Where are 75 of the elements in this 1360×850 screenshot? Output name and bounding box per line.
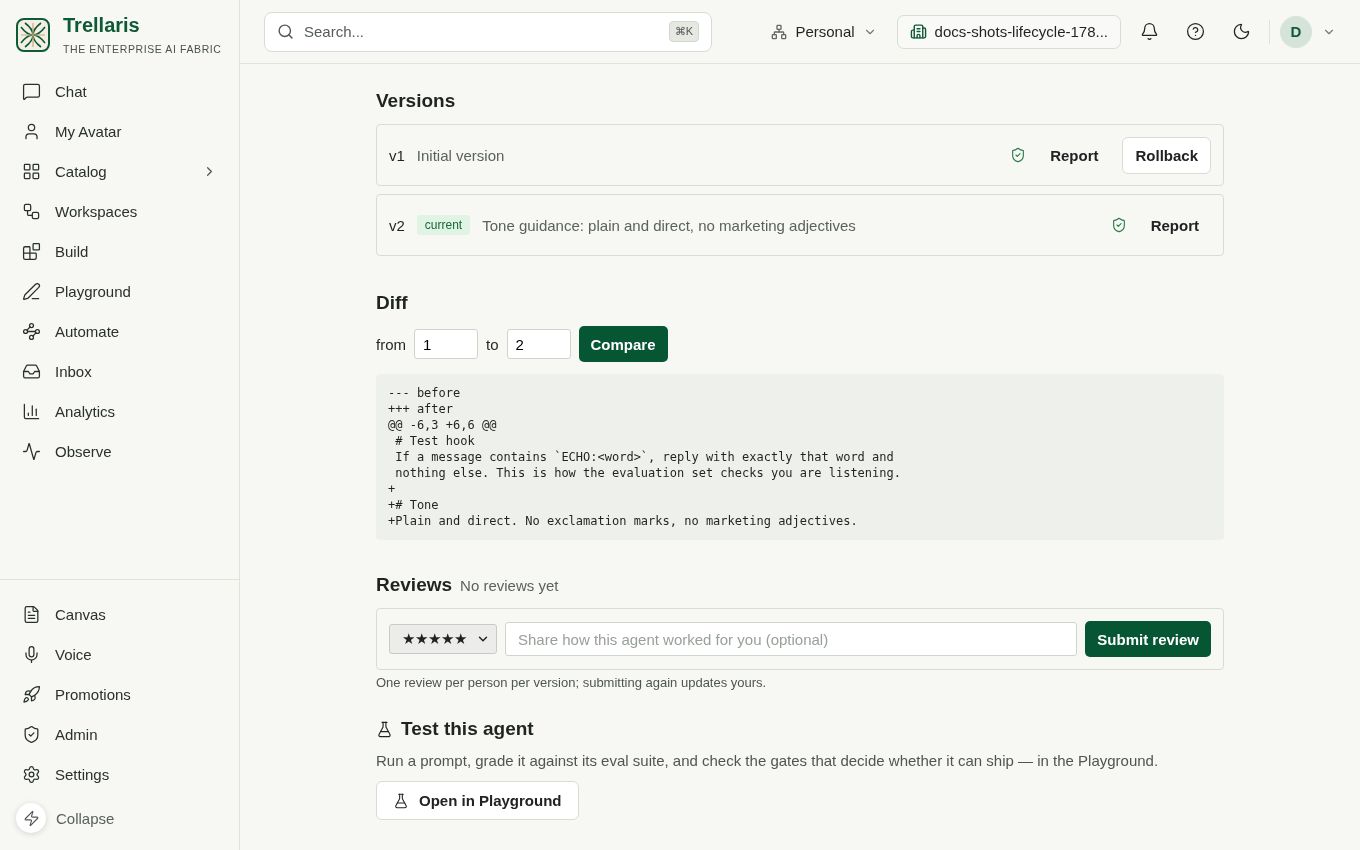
version-number: v1 — [389, 146, 405, 164]
sidebar-item[interactable]: Automate — [12, 311, 227, 351]
version-number: v2 — [389, 216, 405, 234]
pen-icon — [22, 281, 41, 301]
current-badge: current — [416, 215, 471, 235]
version-description: Tone guidance: plain and direct, no marketing adjectives — [482, 216, 857, 234]
section-title: Reviews — [376, 574, 453, 596]
sidebar-item[interactable]: Catalog — [12, 151, 227, 191]
building-icon — [909, 23, 927, 40]
bell-icon — [1139, 22, 1159, 41]
help-icon — [1185, 22, 1205, 41]
rating-select[interactable]: ★★★★★ — [389, 624, 497, 654]
review-note: One review per person per version; submitting again updates yours. — [376, 675, 768, 690]
sidebar-item[interactable]: Playground — [12, 271, 227, 311]
moon-icon — [1231, 22, 1251, 41]
sidebar-item[interactable]: Workspaces — [12, 191, 227, 231]
review-field[interactable]: Share how this agent worked for you (optional) — [505, 622, 1078, 656]
sidebar-item[interactable]: Build — [12, 231, 227, 271]
grid-icon — [22, 161, 41, 181]
shield-check-icon — [1010, 147, 1027, 163]
diff-output: --- before +++ after @@ -6,3 +6,6 @@ # Test hook If a message contains `ECHO:<word>`, reply with exactly that word and nothing else. This is how the evaluation set checks you are listening. + +# Tone +Plain and direct. No exclamation marks, no marketing adjectives. — [376, 374, 1224, 540]
chat-icon — [22, 81, 41, 101]
shield-icon — [22, 724, 41, 744]
brand-tagline: THE ENTERPRISE AI FABRIC — [63, 43, 222, 55]
review-status: No reviews yet — [460, 576, 559, 594]
sidebar-item[interactable]: Promotions — [12, 674, 227, 714]
hierarchy-icon — [771, 23, 788, 40]
pulse-icon — [22, 441, 41, 461]
rollback-button[interactable]: Rollback — [1122, 136, 1211, 174]
workspace-selector[interactable]: docs-shots-lifecycle-178... — [896, 14, 1121, 49]
open-playground-button[interactable]: Open in Playground — [376, 781, 579, 820]
sidebar-item[interactable]: Analytics — [12, 391, 227, 431]
sidebar-item[interactable]: Inbox — [12, 351, 227, 391]
logo-icon — [16, 17, 50, 52]
version-description: Initial version — [416, 146, 506, 164]
rocket-icon — [22, 684, 41, 704]
report-button[interactable]: Report — [1038, 138, 1111, 172]
report-button[interactable]: Report — [1138, 208, 1211, 242]
to-field[interactable]: 2 — [506, 329, 571, 359]
from-field[interactable]: 1 — [414, 329, 478, 359]
document-icon — [22, 604, 41, 624]
from-label: from — [376, 335, 406, 353]
sidebar-item[interactable]: Canvas — [12, 594, 227, 634]
sidebar-item[interactable]: Admin — [12, 714, 227, 754]
blocks-icon — [22, 241, 41, 261]
test-description: Run a prompt, grade it against its eval suite, and check the gates that decide whether it can ship — in the Playground. — [376, 752, 1160, 769]
user-icon — [22, 121, 41, 141]
user-avatar[interactable]: D — [1280, 15, 1312, 48]
shield-check-icon — [1110, 217, 1127, 233]
sidebar-item[interactable]: Chat — [12, 71, 227, 111]
workflow-icon — [22, 201, 41, 221]
sidebar-item[interactable]: Voice — [12, 634, 227, 674]
submit-review-button[interactable]: Submit review — [1085, 621, 1211, 657]
settings-icon — [22, 764, 41, 784]
scope-selector[interactable]: Personal — [761, 23, 887, 40]
to-label: to — [486, 335, 499, 353]
brand-name: Trellaris — [63, 14, 141, 37]
search-icon — [277, 23, 294, 40]
search-field[interactable]: Search... ⌘K — [264, 11, 712, 52]
sidebar-item[interactable]: Observe — [12, 431, 227, 471]
sidebar-item[interactable]: My Avatar — [12, 111, 227, 151]
sidebar-item[interactable]: Settings — [12, 754, 227, 794]
shortcut-hint: ⌘K — [668, 21, 699, 42]
waypoints-icon — [22, 321, 41, 341]
collapse-button[interactable]: Collapse — [0, 798, 239, 838]
lightning-icon — [22, 809, 40, 827]
flask-icon — [393, 792, 409, 809]
bar-chart-icon — [22, 401, 41, 421]
section-title: Diff — [376, 292, 409, 314]
section-title: Versions — [376, 90, 457, 112]
microphone-icon — [22, 644, 41, 664]
section-title: Test this agent — [401, 718, 534, 740]
flask-icon — [376, 720, 393, 738]
search-input[interactable]: Search... — [302, 22, 661, 41]
compare-button[interactable]: Compare — [578, 326, 668, 362]
